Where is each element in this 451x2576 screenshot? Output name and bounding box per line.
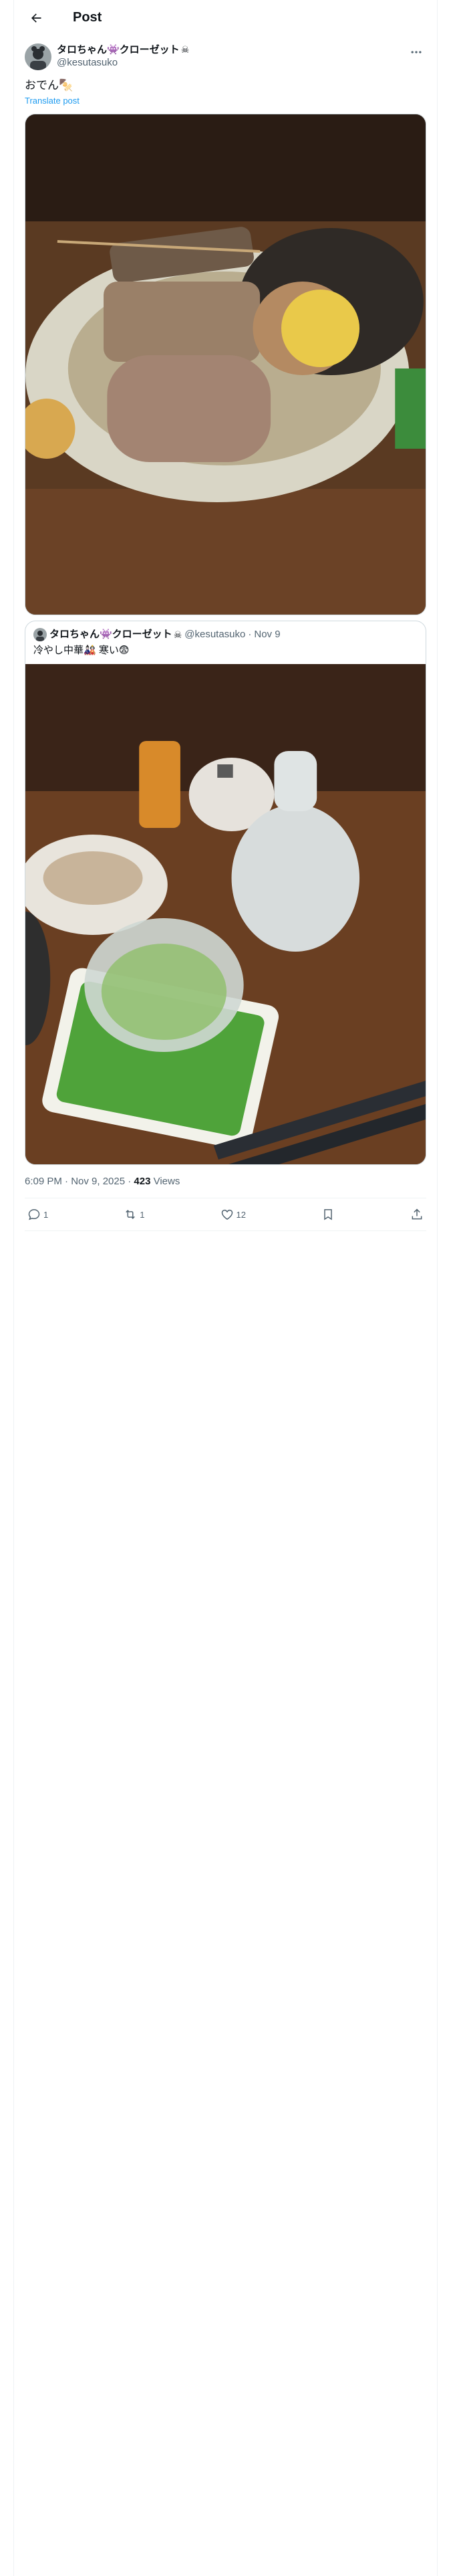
more-dots-icon — [411, 51, 422, 53]
quoted-text: 冷やし中華🎎 寒い😨 — [33, 645, 130, 656]
share-button[interactable] — [410, 1208, 424, 1221]
post-author: タロちゃん👾クローゼット ☠ @kesutasuko — [14, 35, 437, 70]
post-page: Post タロちゃん👾クローゼット ☠ @kesutasuko おでん🍢 Tra… — [13, 0, 438, 2576]
skull-icon: ☠ — [173, 629, 182, 640]
post-image[interactable] — [25, 114, 426, 615]
post-timestamp[interactable]: 6:09 PM · Nov 9, 2025 · — [25, 1176, 134, 1187]
oden-photo — [25, 114, 426, 615]
bookmark-button[interactable] — [321, 1208, 335, 1221]
top-bar: Post — [14, 0, 437, 35]
reply-icon — [28, 1209, 40, 1220]
share-icon — [412, 1208, 422, 1220]
bookmark-icon — [324, 1209, 332, 1220]
page-title: Post — [73, 10, 102, 25]
avatar[interactable] — [25, 43, 51, 70]
action-bar: 1 1 12 — [25, 1198, 426, 1231]
quoted-display-name: タロちゃん👾クローゼット — [49, 629, 172, 640]
separator-dot: · — [248, 629, 252, 640]
sake-photo — [25, 664, 426, 1164]
author-display-name: タロちゃん👾クローゼット — [57, 44, 180, 56]
quoted-avatar — [33, 628, 47, 641]
quoted-post-header: タロちゃん👾クローゼット ☠ @kesutasuko · Nov 9 — [25, 621, 426, 641]
reply-count: 1 — [43, 1209, 49, 1220]
heart-icon — [221, 1209, 233, 1220]
repost-icon — [126, 1210, 136, 1219]
more-button[interactable] — [406, 42, 426, 62]
author-handle[interactable]: @kesutasuko — [57, 56, 189, 69]
skull-icon: ☠ — [180, 44, 190, 55]
quoted-date: Nov 9 — [254, 629, 281, 640]
quoted-post[interactable]: タロちゃん👾クローゼット ☠ @kesutasuko · Nov 9 冷やし中華… — [25, 621, 426, 1165]
back-button[interactable] — [25, 7, 47, 29]
like-button[interactable]: 12 — [220, 1208, 246, 1221]
post-meta: 6:09 PM · Nov 9, 2025 · 423 Views — [25, 1165, 426, 1198]
quoted-handle: @kesutasuko — [184, 629, 246, 640]
reply-button[interactable]: 1 — [27, 1208, 48, 1221]
repost-count: 1 — [140, 1209, 145, 1220]
author-name[interactable]: タロちゃん👾クローゼット ☠ — [57, 43, 189, 56]
views-count: 423 — [134, 1176, 151, 1187]
like-count: 12 — [236, 1209, 246, 1220]
views-label: Views — [150, 1176, 180, 1187]
translate-post-link[interactable]: Translate post — [14, 93, 437, 106]
post-text: おでん🍢 — [25, 79, 73, 92]
quoted-image[interactable] — [25, 664, 426, 1164]
back-arrow-icon — [31, 13, 41, 23]
repost-button[interactable]: 1 — [124, 1208, 144, 1221]
